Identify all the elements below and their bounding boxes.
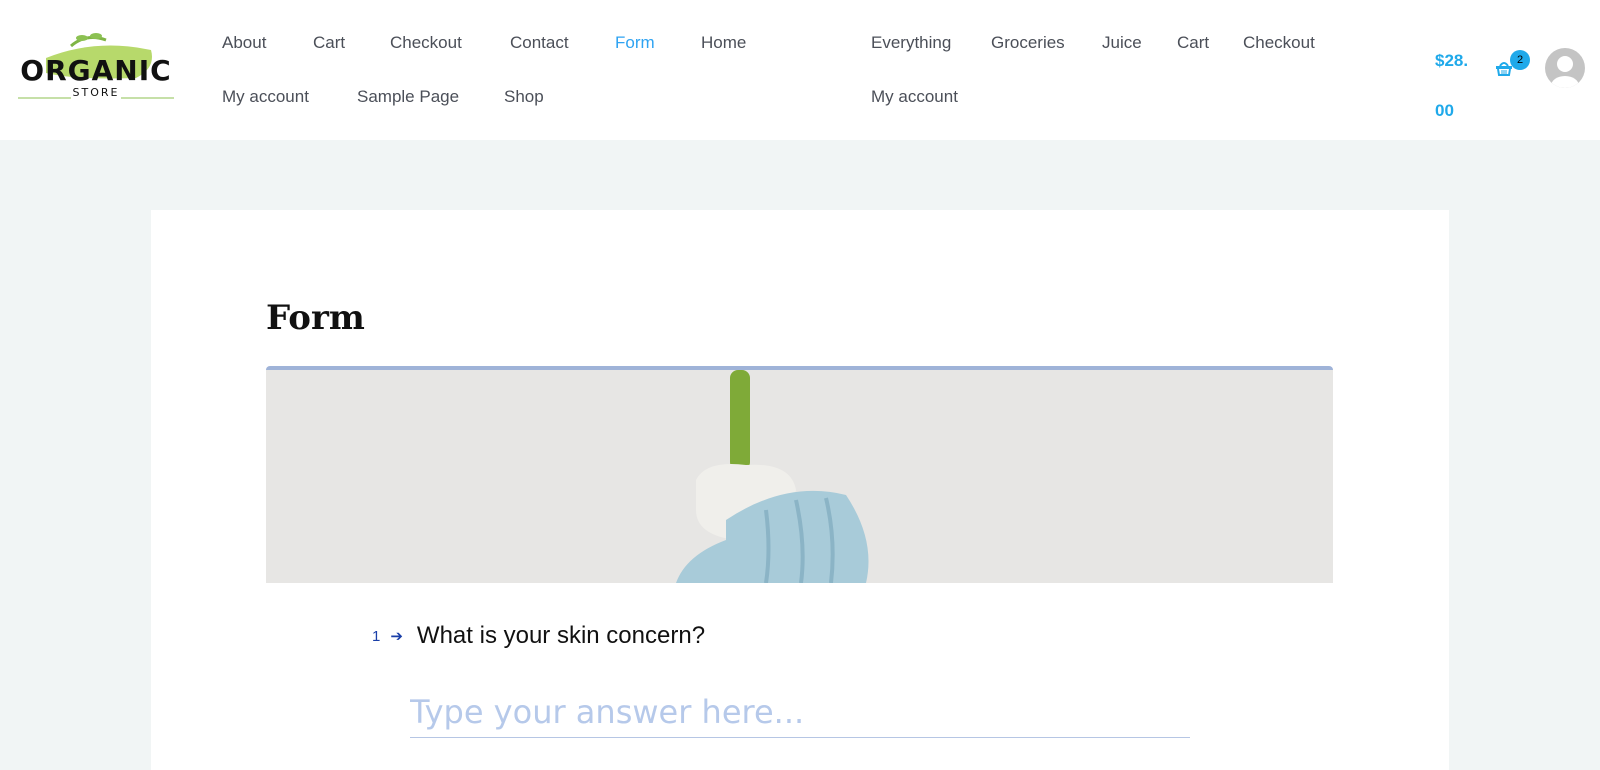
nav-form[interactable]: Form bbox=[615, 33, 655, 53]
question-1: 1 ➔ What is your skin concern? bbox=[372, 622, 705, 650]
nav-contact[interactable]: Contact bbox=[510, 33, 569, 53]
nav-about[interactable]: About bbox=[222, 33, 266, 53]
svg-text:STORE: STORE bbox=[73, 86, 120, 99]
nav-cart[interactable]: Cart bbox=[313, 33, 345, 53]
nav-home[interactable]: Home bbox=[701, 33, 746, 53]
question-text: What is your skin concern? bbox=[416, 622, 706, 649]
nav-juice[interactable]: Juice bbox=[1102, 33, 1142, 53]
site-header: ORGANIC STORE About Cart Checkout Contac… bbox=[0, 0, 1600, 140]
nav-my-account-2[interactable]: My account bbox=[871, 87, 958, 107]
nav-shop[interactable]: Shop bbox=[504, 87, 544, 107]
nav-everything[interactable]: Everything bbox=[871, 33, 951, 53]
site-logo[interactable]: ORGANIC STORE bbox=[16, 28, 176, 104]
question-number: 1 bbox=[372, 627, 381, 645]
nav-my-account[interactable]: My account bbox=[222, 87, 309, 107]
nav-groceries[interactable]: Groceries bbox=[991, 33, 1065, 53]
user-avatar[interactable] bbox=[1545, 48, 1585, 88]
nav-sample-page[interactable]: Sample Page bbox=[357, 87, 459, 107]
nav-checkout-2[interactable]: Checkout bbox=[1243, 33, 1315, 53]
answer-input[interactable] bbox=[410, 686, 1190, 738]
nav-cart-2[interactable]: Cart bbox=[1177, 33, 1209, 53]
cart-count-badge: 2 bbox=[1510, 50, 1530, 70]
svg-text:ORGANIC: ORGANIC bbox=[20, 54, 171, 87]
arrow-right-icon: ➔ bbox=[390, 628, 403, 645]
form-cover-image bbox=[266, 366, 1333, 583]
nav-checkout[interactable]: Checkout bbox=[390, 33, 462, 53]
page-title: Form bbox=[266, 298, 365, 338]
cart-total[interactable]: $28.00 bbox=[1435, 36, 1475, 136]
